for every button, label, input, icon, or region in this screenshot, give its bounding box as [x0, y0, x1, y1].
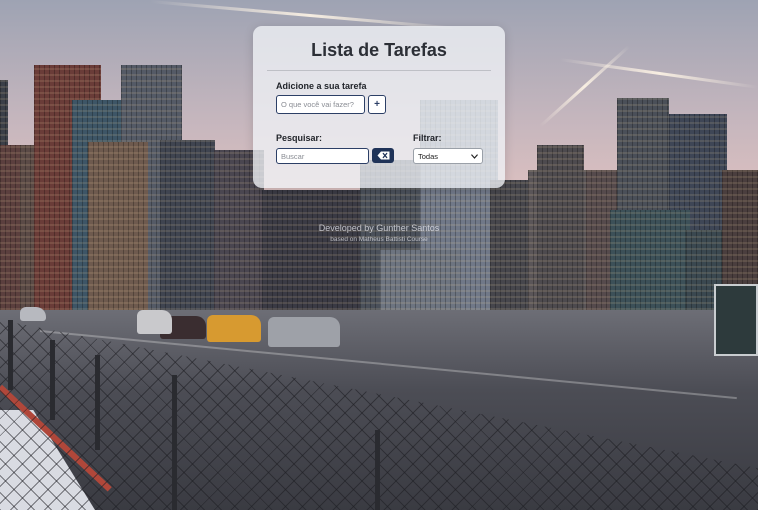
building [88, 142, 148, 310]
clear-search-button[interactable] [372, 148, 394, 163]
page-title: Lista de Tarefas [311, 40, 447, 60]
fence-post [95, 355, 100, 450]
add-task-input[interactable] [276, 95, 365, 114]
add-task-label: Adicione a sua tarefa [276, 81, 367, 91]
car [207, 315, 261, 342]
car [137, 310, 172, 334]
fence-post [8, 320, 13, 390]
fence-post [50, 340, 55, 420]
credit-developed-by: Developed by Gunther Santos [318, 223, 440, 233]
building [537, 145, 584, 310]
filter-selected-value: Todas [418, 151, 439, 161]
building [160, 140, 215, 310]
car [268, 317, 340, 347]
backspace-icon [377, 151, 389, 160]
search-input[interactable] [276, 148, 369, 164]
car [20, 307, 46, 321]
fence-post [172, 375, 177, 510]
filter-label: Filtrar: [413, 133, 442, 143]
building [380, 250, 460, 310]
filter-select[interactable]: Todas [413, 148, 483, 164]
building [0, 145, 22, 310]
add-task-button[interactable]: + [368, 95, 386, 114]
title-divider [267, 70, 491, 71]
chevron-down-icon [471, 153, 478, 159]
search-label: Pesquisar: [276, 133, 323, 143]
fence-post [375, 430, 380, 510]
bus-shelter [714, 284, 758, 356]
credit-based-on: based on Matheus Battisti Course [330, 236, 428, 243]
building [262, 190, 362, 310]
building [610, 210, 690, 310]
